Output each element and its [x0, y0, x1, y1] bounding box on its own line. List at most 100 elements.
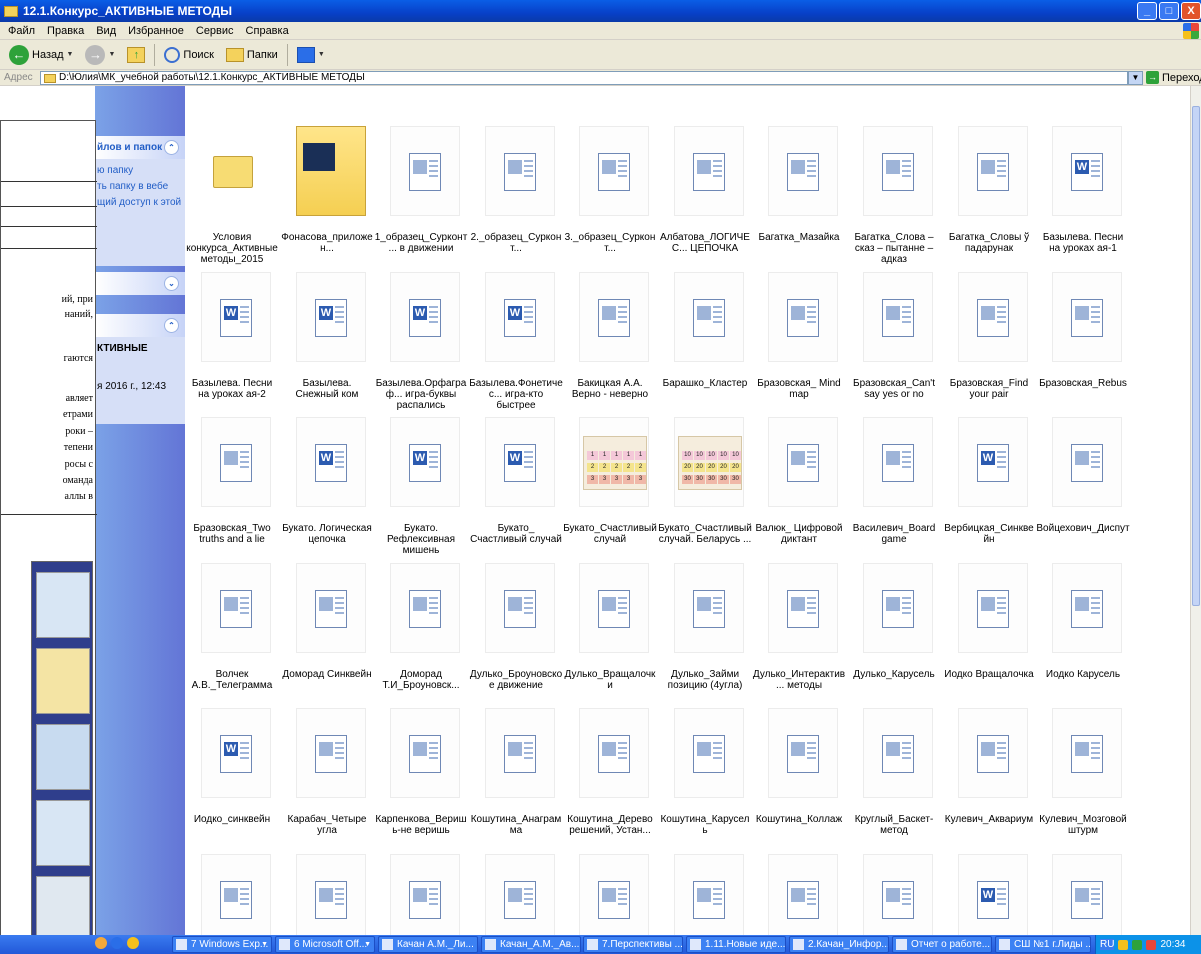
file-item[interactable]: W Кошутина_Анаграмма	[469, 668, 563, 836]
file-item[interactable]: W Волчек А.В._Телеграмма	[185, 523, 279, 691]
file-item[interactable]: W	[563, 814, 657, 935]
expand-icon[interactable]: ⌄	[164, 276, 179, 291]
file-item[interactable]: W Букато_ Счастливый случай	[469, 377, 563, 545]
file-item[interactable]: W Дулько_Вращалочки	[563, 523, 657, 691]
taskbar-button[interactable]: 1.11.Новые иде...	[686, 936, 786, 953]
file-item[interactable]: W	[469, 814, 563, 935]
taskbar-button[interactable]: Качан А.М._Ли...	[378, 936, 478, 953]
file-item[interactable]: W Бразовская_Find your pair	[942, 232, 1036, 400]
slide-thumbnail[interactable]	[36, 800, 90, 866]
file-item[interactable]: W Бразовская_ Mind map	[752, 232, 846, 400]
file-item[interactable]: W	[1036, 814, 1130, 935]
file-item[interactable]: W Бразовская_Rebus	[1036, 232, 1130, 389]
file-item[interactable]: W Дулько_Карусель	[847, 523, 941, 680]
menu-tools[interactable]: Сервис	[196, 25, 234, 37]
file-item[interactable]: W Иодко Вращалочка	[942, 523, 1036, 680]
file-item[interactable]: W Букато. Логическая цепочка	[280, 377, 374, 545]
folders-button[interactable]: Папки	[223, 46, 281, 64]
file-item[interactable]: W	[185, 814, 279, 935]
taskbar-button[interactable]: СШ №1 г.Лиды ...	[995, 936, 1091, 953]
file-item[interactable]: W Доморад Т.И_Броуновск...	[374, 523, 468, 691]
panel-header[interactable]: йлов и папок ⌃	[95, 136, 185, 159]
slide-thumbnail[interactable]	[36, 572, 90, 638]
file-item[interactable]: W	[752, 814, 846, 935]
quick-launch-icon[interactable]	[111, 937, 123, 949]
file-item[interactable]: 10 10 10 10 10 20 20 20 20 20 30 30 30 30 30 Букато_Сча…	[658, 377, 752, 545]
file-item[interactable]: W Бакицкая А.А. Верно - неверно	[563, 232, 657, 400]
file-item[interactable]: W Базылева. Снежный ком	[280, 232, 374, 400]
file-item[interactable]: W Вербицкая_Синквейн	[942, 377, 1036, 545]
back-button[interactable]: ← Назад ▼	[6, 43, 76, 67]
file-item[interactable]: W Базылева. Песни на уроках ая-1	[1036, 86, 1130, 254]
file-item[interactable]: W Карабач_Четыре угла	[280, 668, 374, 836]
folder-item[interactable]: Фонасова_приложен...	[280, 86, 374, 254]
taskbar-button[interactable]: 2.Качан_Инфор...	[789, 936, 889, 953]
quick-launch-icon[interactable]	[95, 937, 107, 949]
file-item[interactable]: W Кулевич_Мозговой штурм	[1036, 668, 1130, 836]
file-item[interactable]: W Албатова_ЛОГИЧЕС... ЦЕПОЧКА	[658, 86, 752, 254]
file-item[interactable]: W	[658, 814, 752, 935]
tray-icon[interactable]	[1146, 939, 1157, 950]
panel-header[interactable]: ⌄	[95, 272, 185, 295]
maximize-button[interactable]: □	[1159, 2, 1179, 20]
close-button[interactable]: X	[1181, 2, 1201, 20]
file-item[interactable]: W Василевич_Board game	[847, 377, 941, 545]
file-item[interactable]: W	[942, 814, 1036, 935]
file-item[interactable]: W Кошутина_Карусель	[658, 668, 752, 836]
file-item[interactable]: W Багатка_Словы ў падарунак	[942, 86, 1036, 254]
address-field[interactable]: D:\Юлия\МК_учебной работы\12.1.Конкурс_А…	[40, 71, 1128, 85]
file-item[interactable]: W Бразовская_Can't say yes or no	[847, 232, 941, 400]
file-item[interactable]: W Валюк_ Цифровой диктант	[752, 377, 846, 545]
go-button[interactable]: → Переход	[1146, 71, 1201, 84]
file-item[interactable]: W Кошутина_Коллаж	[752, 668, 846, 825]
file-item[interactable]: W Базылева.Фонетичес... игра-кто быстрее	[469, 232, 563, 411]
taskbar-button[interactable]: 7.Перспективы ...	[583, 936, 683, 953]
chrome-icon[interactable]	[127, 937, 139, 949]
search-button[interactable]: Поиск	[161, 45, 216, 65]
taskbar-button[interactable]: Отчет о работе...	[892, 936, 992, 953]
file-item[interactable]: W	[280, 814, 374, 935]
file-item[interactable]: W Круглый_Баскет-метод	[847, 668, 941, 836]
file-item[interactable]: W Дулько_Интерактив... методы	[752, 523, 846, 691]
task-link[interactable]: ю папку	[97, 163, 183, 179]
file-item[interactable]: W Барашко_Кластер	[658, 232, 752, 389]
file-item[interactable]: W 3._образец_Сурконт...	[563, 86, 657, 254]
file-item[interactable]: W Иодко Карусель	[1036, 523, 1130, 680]
forward-button[interactable]: → ▼	[82, 43, 118, 67]
file-item[interactable]: W Доморад Синквейн	[280, 523, 374, 680]
file-item[interactable]: W Войцехович_Диспут	[1036, 377, 1130, 534]
file-item[interactable]: W Дулько_Броуновское движение	[469, 523, 563, 691]
file-item[interactable]: W Кулевич_Аквариум	[942, 668, 1036, 825]
file-item[interactable]: W Багатка_Мазайка	[752, 86, 846, 243]
minimize-button[interactable]: _	[1137, 2, 1157, 20]
file-item[interactable]: W Дулько_Займи позицию (4угла)	[658, 523, 752, 691]
language-indicator[interactable]: RU	[1100, 939, 1115, 950]
taskbar-button[interactable]: 6 Microsoft Off... ▼	[275, 936, 375, 953]
menu-favorites[interactable]: Избранное	[128, 25, 184, 37]
file-item[interactable]: W Базылева. Песни на уроках ая-2	[185, 232, 279, 400]
title-bar[interactable]: 12.1.Конкурс_АКТИВНЫЕ МЕТОДЫ _ □ X	[0, 0, 1201, 22]
menu-view[interactable]: Вид	[96, 25, 116, 37]
tray-icon[interactable]	[1118, 939, 1129, 950]
slide-thumbnail[interactable]	[36, 876, 90, 942]
taskbar-button[interactable]: Качан_А.М._Ав...	[481, 936, 581, 953]
scroll-thumb[interactable]	[1192, 106, 1200, 606]
task-link[interactable]: ть папку в вебе	[97, 179, 183, 195]
file-item[interactable]: 1 1 1 1 1 2 2 2 2 2 3 3 3 3 3 Букато_Счастливый случай	[563, 377, 657, 545]
collapse-icon[interactable]: ⌃	[164, 140, 179, 155]
file-item[interactable]: W Букато. Рефлексивная мишень	[374, 377, 468, 556]
slide-thumbnail[interactable]	[36, 724, 90, 790]
menu-edit[interactable]: Правка	[47, 25, 84, 37]
file-item[interactable]: W Базылева.Орфаграф... игра-буквы распали…	[374, 232, 468, 411]
file-item[interactable]: W 2._образец_Сурконт...	[469, 86, 563, 254]
file-item[interactable]: W	[847, 814, 941, 935]
file-item[interactable]: W	[374, 814, 468, 935]
file-item[interactable]: W 1_образец_Сурконт... в движении	[374, 86, 468, 254]
taskbar-button[interactable]: 7 Windows Exp... ▼	[172, 936, 272, 953]
file-item[interactable]: W Карпенкова_Веришь-не веришь	[374, 668, 468, 836]
address-dropdown-button[interactable]: ▼	[1128, 71, 1143, 85]
file-item[interactable]: W Иодко_синквейн	[185, 668, 279, 825]
collapse-icon[interactable]: ⌃	[164, 318, 179, 333]
views-button[interactable]: ▼	[294, 45, 328, 65]
menu-help[interactable]: Справка	[246, 25, 289, 37]
